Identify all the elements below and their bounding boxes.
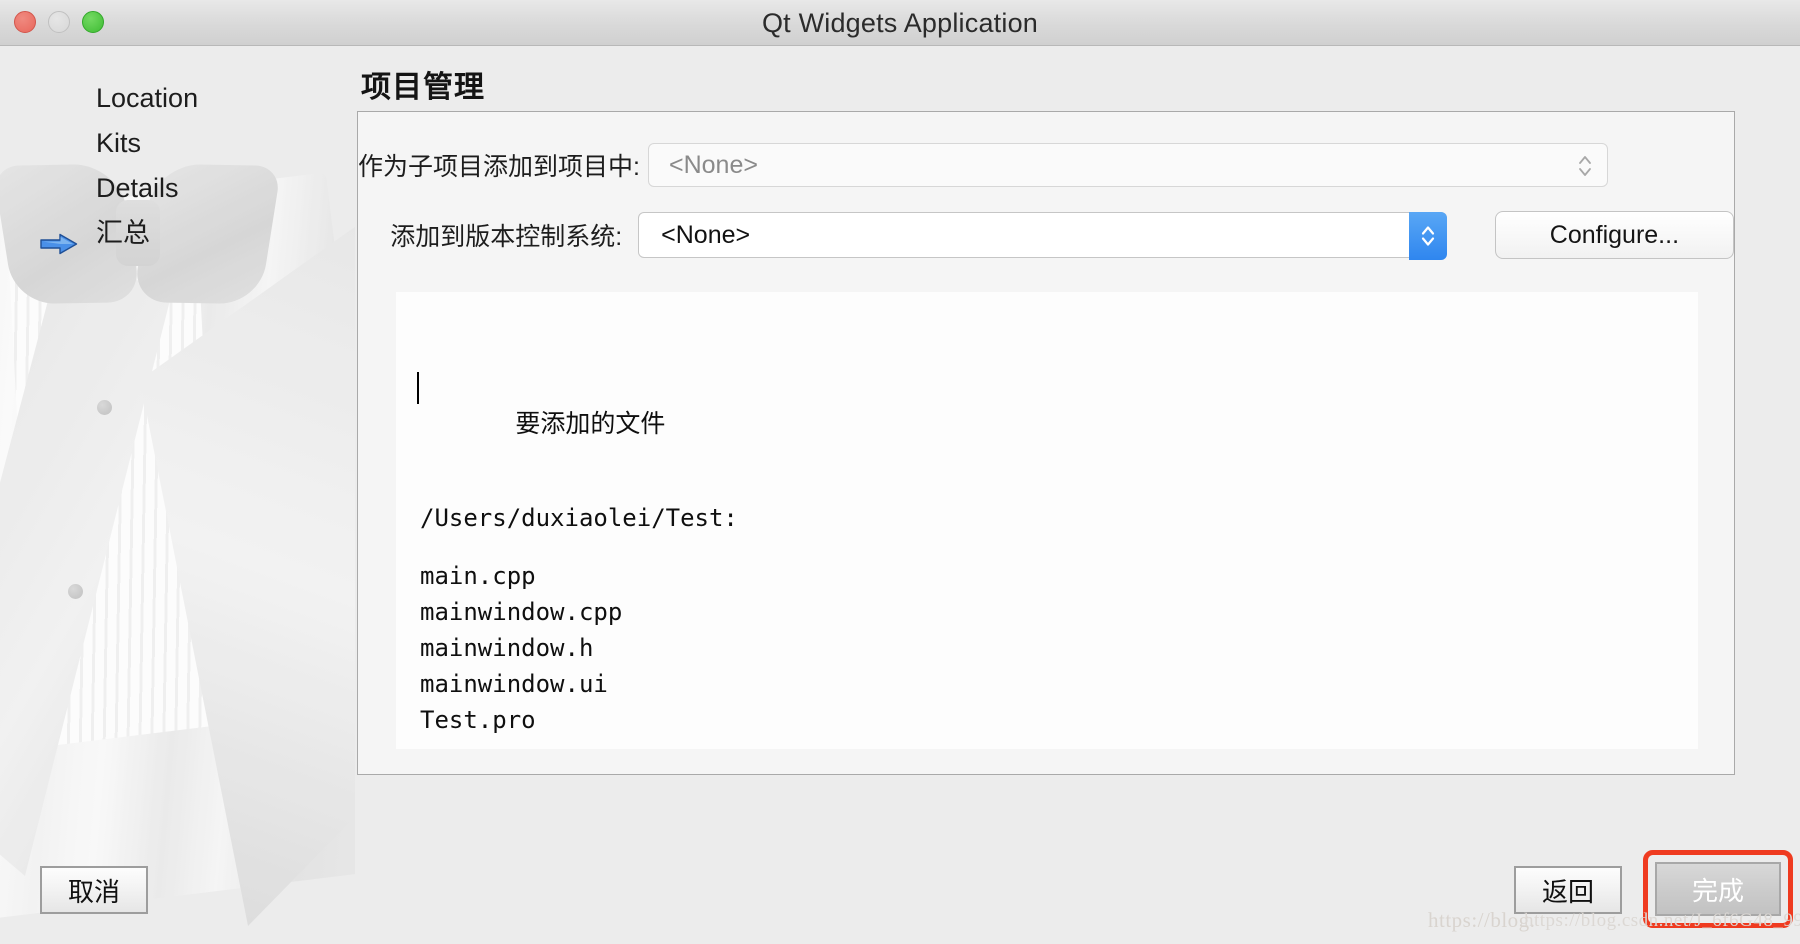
dialog-body: Location Kits Details 汇总 项目管理 作为子项目添加到项目… <box>0 46 1800 944</box>
version-control-row: 添加到版本控制系统: <None> Configure... <box>358 211 1734 260</box>
configure-button[interactable]: Configure... <box>1494 211 1734 259</box>
sidebar-item-kits[interactable]: Kits <box>0 121 355 166</box>
wizard-sidebar: Location Kits Details 汇总 <box>0 46 355 944</box>
chevron-updown-icon <box>1577 151 1593 181</box>
title-bar: Qt Widgets Application <box>0 0 1800 46</box>
summary-file: mainwindow.h <box>420 634 594 662</box>
main-pane: 项目管理 作为子项目添加到项目中: <None> 添加到版本控制系统: <Non… <box>355 46 1800 944</box>
summary-textarea[interactable]: 要添加的文件 /Users/duxiaolei/Test: main.cpp m… <box>396 292 1698 749</box>
watermark-secondary: https://blog.csdn.net/J_6f6G48_99P <box>1524 910 1800 931</box>
sidebar-item-details[interactable]: Details <box>0 166 355 211</box>
finish-button[interactable]: 完成 <box>1655 862 1781 916</box>
wizard-step-list: Location Kits Details 汇总 <box>0 76 355 256</box>
sidebar-item-label: 汇总 <box>96 218 150 248</box>
text-caret <box>417 372 419 404</box>
watermark-text: https://blog. https://blog.csdn.net/J_6f… <box>1428 908 1800 933</box>
sidebar-item-label: Kits <box>96 128 142 158</box>
sidebar-item-label: Location <box>96 83 199 113</box>
summary-path: /Users/duxiaolei/Test: <box>420 504 738 532</box>
version-control-combobox[interactable]: <None> <box>638 212 1447 260</box>
version-control-combobox-value: <None> <box>661 220 751 249</box>
watermark-primary: https://blog. <box>1428 908 1536 932</box>
sidebar-item-location[interactable]: Location <box>0 76 355 121</box>
settings-panel: 作为子项目添加到项目中: <None> 添加到版本控制系统: <None> Co… <box>357 111 1735 775</box>
window-title: Qt Widgets Application <box>761 8 1039 38</box>
subproject-combobox[interactable]: <None> <box>648 143 1608 187</box>
page-title: 项目管理 <box>361 71 485 104</box>
summary-heading: 要添加的文件 <box>417 370 1698 478</box>
back-button[interactable]: 返回 <box>1514 866 1622 914</box>
summary-file: main.cpp <box>420 562 536 590</box>
subproject-label: 作为子项目添加到项目中: <box>358 153 640 181</box>
summary-file: mainwindow.ui <box>420 670 608 698</box>
summary-file: Test.pro <box>420 706 536 734</box>
app-window: Qt Widgets Application Location Kits Det… <box>0 0 1800 944</box>
subproject-combobox-value: <None> <box>669 150 758 179</box>
cancel-button[interactable]: 取消 <box>40 866 148 914</box>
summary-file: mainwindow.cpp <box>420 598 623 626</box>
sidebar-item-summary[interactable]: 汇总 <box>0 211 355 256</box>
sidebar-item-label: Details <box>96 173 179 203</box>
chevron-updown-icon[interactable] <box>1408 212 1447 260</box>
right-arrow-icon <box>40 224 78 255</box>
subproject-row: 作为子项目添加到项目中: <None> <box>358 142 1734 188</box>
version-control-label: 添加到版本控制系统: <box>390 223 623 251</box>
